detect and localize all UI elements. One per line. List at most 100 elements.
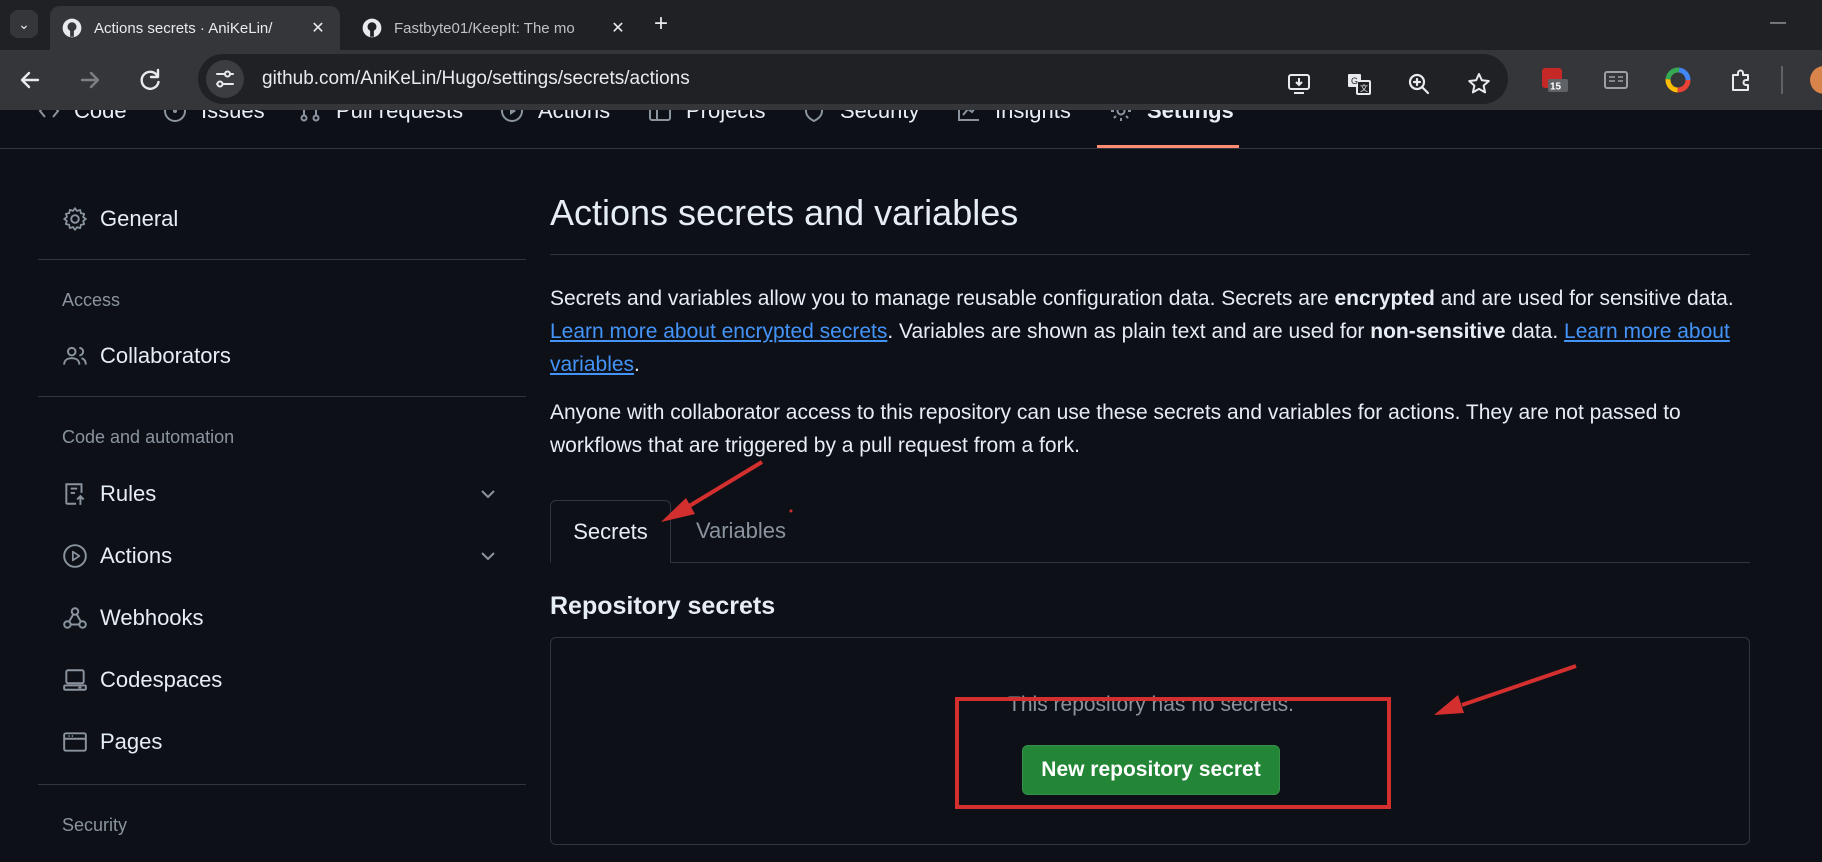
reload-icon[interactable] xyxy=(134,64,166,96)
repo-nav-label: Insights xyxy=(995,110,1071,123)
shield-icon xyxy=(805,110,823,123)
repo-nav-insights[interactable]: Insights xyxy=(957,110,1071,124)
intro-text: . xyxy=(634,353,640,376)
extensions-puzzle-icon[interactable] xyxy=(1728,66,1756,94)
sidebar-item-label: Codespaces xyxy=(100,667,223,692)
repo-nav-label: Security xyxy=(840,110,920,123)
intro-bold-non-sensitive: non-sensitive xyxy=(1370,320,1506,343)
svg-text:文: 文 xyxy=(1360,83,1368,93)
sidebar-heading-code-automation: Code and automation xyxy=(62,427,235,447)
repo-nav-settings[interactable]: Settings xyxy=(1109,110,1234,124)
gear-icon xyxy=(1111,110,1131,121)
intro-text: Secrets and variables allow you to manag… xyxy=(550,287,1335,310)
tab-search-button[interactable]: ⌄ xyxy=(10,10,38,38)
repo-navigation: Code Issues Pull requests Actions Projec… xyxy=(0,110,1822,149)
pull-request-icon xyxy=(300,110,320,122)
sidebar-item-label: Collaborators xyxy=(100,343,231,368)
webhook-icon xyxy=(63,607,87,629)
browser-icon xyxy=(63,732,87,752)
sidebar-heading-access: Access xyxy=(62,290,121,310)
new-tab-button[interactable]: + xyxy=(654,12,668,36)
sidebar-item-label: Pages xyxy=(100,729,163,754)
profile-avatar[interactable] xyxy=(1810,66,1822,94)
repo-nav-label: Pull requests xyxy=(336,110,464,123)
sidebar-item-actions[interactable]: Actions xyxy=(62,536,172,576)
extension-badge-count: 15 xyxy=(1550,82,1562,93)
sidebar-item-collaborators[interactable]: Collaborators xyxy=(62,336,231,376)
sidebar-item-rules[interactable]: Rules xyxy=(62,474,156,514)
people-icon xyxy=(63,346,87,365)
codespaces-icon xyxy=(63,669,87,691)
browser-tab-strip: ⌄ Actions secrets · AniKeLin/ ✕ Fastbyte… xyxy=(0,0,1822,50)
sidebar-item-label: General xyxy=(100,206,179,231)
minimize-window-button[interactable]: — xyxy=(1770,14,1786,32)
address-bar[interactable]: github.com/AniKeLin/Hugo/settings/secret… xyxy=(198,54,1508,104)
sidebar-item-label: Actions xyxy=(100,543,173,568)
repo-nav-label: Actions xyxy=(538,110,611,123)
close-tab-icon[interactable]: ✕ xyxy=(308,18,328,38)
sidebar-item-codespaces[interactable]: Codespaces xyxy=(62,660,222,700)
intro-text: data. xyxy=(1505,320,1565,343)
site-info-icon[interactable] xyxy=(206,60,244,98)
sidebar-divider xyxy=(38,259,526,260)
play-icon xyxy=(501,110,523,122)
repo-nav-actions[interactable]: Actions xyxy=(500,110,610,124)
close-tab-icon[interactable]: ✕ xyxy=(608,18,628,38)
graph-icon xyxy=(958,110,979,121)
rules-icon xyxy=(65,483,85,505)
back-arrow-icon[interactable] xyxy=(14,64,46,96)
gear-icon xyxy=(63,207,87,231)
tab-variables[interactable]: Variables xyxy=(671,500,811,562)
repo-nav-label: Projects xyxy=(686,110,766,123)
intro-paragraph: Secrets and variables allow you to manag… xyxy=(550,282,1750,381)
intro-text: and are used for sensitive data. xyxy=(1434,287,1734,310)
secrets-variables-tabs: Secrets Variables xyxy=(550,500,1750,563)
title-divider xyxy=(550,254,1750,255)
sidebar-item-webhooks[interactable]: Webhooks xyxy=(62,598,204,638)
repo-nav-code[interactable]: Code xyxy=(38,110,127,124)
repo-nav-pull-requests[interactable]: Pull requests xyxy=(298,110,463,124)
learn-more-secrets-link[interactable]: Learn more about encrypted secrets xyxy=(550,320,887,343)
repo-nav-label: Settings xyxy=(1147,110,1234,123)
repo-nav-label: Code xyxy=(74,110,127,123)
sidebar-item-label: Webhooks xyxy=(100,605,204,630)
repo-nav-projects[interactable]: Projects xyxy=(648,110,765,124)
issue-icon xyxy=(164,110,186,122)
repo-nav-label: Issues xyxy=(201,110,265,123)
reader-mode-icon[interactable] xyxy=(1602,66,1630,94)
tab-secrets[interactable]: Secrets xyxy=(550,500,671,563)
selected-tab-underline xyxy=(1097,145,1239,148)
extension-badge-icon[interactable]: 15 xyxy=(1540,66,1568,94)
page-title: Actions secrets and variables xyxy=(550,192,1019,233)
sidebar-item-label: Rules xyxy=(100,481,157,506)
chevron-down-icon[interactable] xyxy=(478,484,498,504)
sidebar-item-general[interactable]: General xyxy=(62,199,178,239)
repo-nav-issues[interactable]: Issues xyxy=(163,110,265,124)
play-icon xyxy=(63,544,87,568)
tab-title: Fastbyte01/KeepIt: The mo xyxy=(394,19,575,37)
repo-nav-security[interactable]: Security xyxy=(802,110,919,124)
sidebar-divider xyxy=(38,396,526,397)
chevron-down-icon[interactable] xyxy=(478,546,498,566)
browser-tab-inactive[interactable]: Fastbyte01/KeepIt: The mo ✕ xyxy=(350,6,640,50)
github-favicon-icon xyxy=(362,18,382,38)
sidebar-divider xyxy=(38,784,526,785)
url-text[interactable]: github.com/AniKeLin/Hugo/settings/secret… xyxy=(262,68,690,90)
install-app-icon[interactable] xyxy=(1285,70,1313,98)
table-icon xyxy=(649,110,671,121)
annotation-highlight-box xyxy=(955,697,1391,809)
intro-text: . Variables are shown as plain text and … xyxy=(887,320,1371,343)
tab-title: Actions secrets · AniKeLin/ xyxy=(94,19,273,37)
code-icon xyxy=(38,110,60,118)
intro-bold-encrypted: encrypted xyxy=(1334,287,1435,310)
sidebar-item-pages[interactable]: Pages xyxy=(62,722,162,762)
translate-icon[interactable]: G文 xyxy=(1345,70,1373,98)
zoom-icon[interactable] xyxy=(1405,70,1433,98)
sidebar-heading-security: Security xyxy=(62,815,128,835)
forward-arrow-icon[interactable] xyxy=(74,64,106,96)
browser-tab-active[interactable]: Actions secrets · AniKeLin/ ✕ xyxy=(50,6,340,50)
section-title: Repository secrets xyxy=(550,592,776,620)
bookmark-star-icon[interactable] xyxy=(1465,70,1493,98)
color-wheel-icon[interactable] xyxy=(1664,66,1692,94)
svg-text:G: G xyxy=(1351,76,1358,86)
